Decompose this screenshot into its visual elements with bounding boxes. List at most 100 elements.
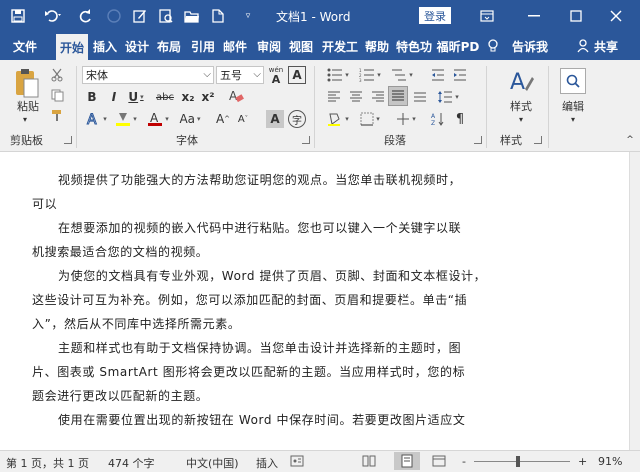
font-name-combo[interactable]: 宋体 ⌵ <box>82 66 214 84</box>
redo-icon[interactable] <box>76 0 96 32</box>
align-right-icon[interactable] <box>368 88 388 106</box>
tab-mailings[interactable]: 邮件 <box>220 32 250 60</box>
minimize-icon[interactable] <box>522 0 546 32</box>
collapse-ribbon-icon[interactable]: ^ <box>624 134 636 146</box>
cut-icon[interactable] <box>48 66 66 84</box>
styles-dropdown-icon[interactable]: ▾ <box>514 114 528 124</box>
divider <box>314 66 315 148</box>
customize-toolbar-icon[interactable]: ▿ <box>240 0 256 32</box>
close-icon[interactable] <box>604 0 628 32</box>
read-mode-icon[interactable] <box>362 454 376 471</box>
tab-file[interactable]: 文件 <box>6 32 44 60</box>
copy-icon[interactable] <box>48 86 66 104</box>
ribbon-display-options-icon[interactable] <box>476 0 498 32</box>
document-page[interactable]: 视频提供了功能强大的方法帮助您证明您的观点。当您单击联机视频时， 可以 在想要添… <box>0 152 629 450</box>
circle-icon[interactable] <box>104 0 124 32</box>
font-launcher-icon[interactable] <box>302 136 310 144</box>
paste-icon[interactable] <box>10 66 44 100</box>
sort-icon[interactable]: AZ <box>428 110 448 128</box>
bold-button[interactable]: B <box>82 88 102 106</box>
align-center-icon[interactable] <box>346 88 366 106</box>
increase-indent-icon[interactable] <box>450 66 470 84</box>
multilevel-list-icon[interactable]: ▾ <box>388 66 416 84</box>
new-document-icon[interactable] <box>208 0 228 32</box>
line-spacing-icon[interactable]: ▾ <box>434 88 462 106</box>
tab-home[interactable]: 开始 <box>56 34 88 60</box>
share-user-icon[interactable] <box>574 32 592 60</box>
web-layout-icon[interactable] <box>432 454 446 471</box>
character-shading-button[interactable]: A <box>266 110 284 128</box>
format-painter-icon[interactable] <box>48 106 66 124</box>
tab-features[interactable]: 特色功 <box>394 32 434 60</box>
shrink-font-button[interactable]: Aˇ <box>234 110 252 128</box>
decrease-indent-icon[interactable] <box>428 66 448 84</box>
align-left-icon[interactable] <box>324 88 344 106</box>
word-count[interactable]: 474 个字 <box>108 455 155 471</box>
zoom-out-button[interactable]: - <box>462 455 466 468</box>
strikethrough-button[interactable]: abc <box>152 88 178 106</box>
open-folder-icon[interactable] <box>182 0 202 32</box>
paste-label[interactable]: 粘贴 <box>10 98 46 114</box>
tab-help[interactable]: 帮助 <box>362 32 392 60</box>
share-button[interactable]: 共享 <box>592 32 620 60</box>
page-count[interactable]: 第 1 页，共 1 页 <box>6 455 89 471</box>
zoom-slider-thumb[interactable] <box>515 456 520 467</box>
clear-formatting-icon[interactable]: A <box>226 86 246 106</box>
tell-me-search[interactable]: 告诉我 <box>508 32 552 60</box>
text-line: 这些设计可互为补充。例如，您可以添加匹配的封面、页眉和提要栏。单击“插 <box>32 293 468 307</box>
italic-button[interactable]: I <box>104 88 124 106</box>
lightbulb-icon[interactable] <box>484 32 502 60</box>
justify-icon[interactable] <box>388 86 408 106</box>
maximize-icon[interactable] <box>564 0 588 32</box>
font-color-icon[interactable]: A ▾ <box>144 110 172 128</box>
phonetic-guide-button[interactable]: wén A <box>266 64 286 86</box>
clipboard-launcher-icon[interactable] <box>64 136 72 144</box>
paste-dropdown-icon[interactable]: ▾ <box>18 114 32 124</box>
tab-developer[interactable]: 开发工 <box>320 32 360 60</box>
zoom-slider-track[interactable] <box>474 461 570 462</box>
macro-record-icon[interactable] <box>290 454 304 471</box>
tab-design[interactable]: 设计 <box>122 32 152 60</box>
styles-icon[interactable]: A <box>506 66 536 96</box>
language-indicator[interactable]: 中文(中国) <box>186 455 239 471</box>
styles-button[interactable]: 样式 <box>502 98 540 114</box>
editing-button[interactable]: 编辑 <box>554 98 592 114</box>
tab-review[interactable]: 审阅 <box>254 32 284 60</box>
paragraph-launcher-icon[interactable] <box>474 136 482 144</box>
login-button[interactable]: 登录 <box>419 7 451 24</box>
show-formatting-icon[interactable]: ¶ <box>450 110 470 128</box>
print-layout-icon[interactable] <box>394 452 420 470</box>
tab-foxit-pdf[interactable]: 福昕PD <box>436 32 480 60</box>
zoom-level[interactable]: 91% <box>598 455 622 468</box>
borders-icon[interactable]: ▾ <box>356 110 384 128</box>
numbering-icon[interactable]: 1 2 3 ▾ <box>356 66 384 84</box>
highlight-color-icon[interactable]: ▾ <box>112 110 140 128</box>
change-case-button[interactable]: Aa ▾ <box>176 110 204 128</box>
underline-button[interactable]: U ▾ <box>124 88 148 106</box>
print-preview-icon[interactable] <box>156 0 176 32</box>
edit-icon[interactable] <box>130 0 150 32</box>
shading-icon[interactable]: ▾ <box>324 110 352 128</box>
tab-layout[interactable]: 布局 <box>154 32 184 60</box>
tab-view[interactable]: 视图 <box>286 32 316 60</box>
insert-mode[interactable]: 插入 <box>256 455 278 471</box>
find-magnifier-icon[interactable] <box>560 68 586 94</box>
asian-layout-icon[interactable]: ▾ <box>392 110 420 128</box>
character-border-button[interactable]: A <box>288 66 306 84</box>
font-size-combo[interactable]: 五号 ⌵ <box>216 66 264 84</box>
zoom-in-button[interactable]: + <box>578 455 587 468</box>
vertical-scrollbar[interactable] <box>629 152 640 450</box>
subscript-button[interactable]: x₂ <box>178 88 198 106</box>
superscript-button[interactable]: x² <box>198 88 218 106</box>
save-icon[interactable] <box>8 0 28 32</box>
text-effects-icon[interactable]: A ▾ <box>82 110 110 128</box>
editing-dropdown-icon[interactable]: ▾ <box>566 114 580 124</box>
enclose-characters-button[interactable]: 字 <box>288 110 306 128</box>
undo-icon[interactable] <box>40 0 66 32</box>
distributed-icon[interactable] <box>410 88 430 106</box>
grow-font-button[interactable]: A ^ <box>214 110 232 128</box>
styles-launcher-icon[interactable] <box>534 136 542 144</box>
tab-insert[interactable]: 插入 <box>90 32 120 60</box>
bullets-icon[interactable]: ▾ <box>324 66 352 84</box>
tab-references[interactable]: 引用 <box>188 32 218 60</box>
